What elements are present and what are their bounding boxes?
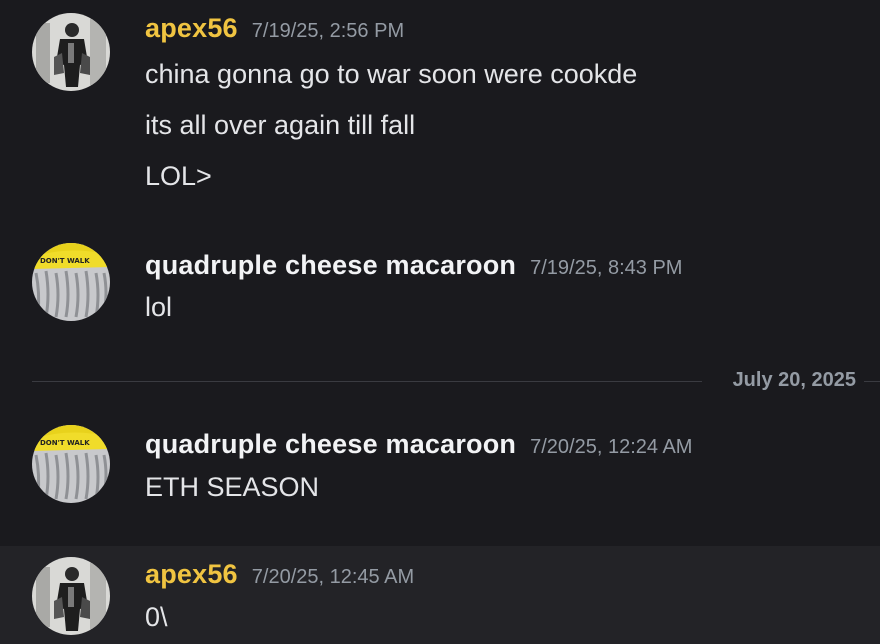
- username[interactable]: quadruple cheese macaroon: [145, 250, 516, 280]
- svg-text:DON'T WALK: DON'T WALK: [40, 439, 90, 447]
- username[interactable]: apex56: [145, 13, 238, 43]
- divider-line: [864, 381, 880, 382]
- svg-text:DON'T WALK: DON'T WALK: [40, 257, 90, 265]
- macaroon-avatar-image: DON'T WALK: [32, 243, 110, 321]
- date-divider-label: July 20, 2025: [732, 369, 856, 391]
- user-avatar[interactable]: DON'T WALK: [32, 425, 110, 503]
- date-divider: July 20, 2025: [32, 369, 880, 391]
- message-header: apex56 7/20/25, 12:45 AM: [145, 559, 414, 590]
- message-text: 0\: [145, 602, 168, 632]
- message-text: its all over again till fall: [145, 110, 416, 140]
- message-text: lol: [145, 292, 173, 322]
- user-avatar[interactable]: [32, 557, 110, 635]
- message-header: quadruple cheese macaroon 7/20/25, 12:24 …: [145, 429, 692, 460]
- message-timestamp: 7/20/25, 12:24 AM: [530, 436, 693, 458]
- message-timestamp: 7/19/25, 2:56 PM: [251, 20, 405, 42]
- message-header: quadruple cheese macaroon 7/19/25, 8:43 P…: [145, 250, 682, 281]
- message-group: DON'T WALK quadruple cheese macaroon 7/20…: [0, 410, 880, 530]
- message-header: apex56 7/19/25, 2:56 PM: [145, 13, 404, 44]
- message-group: apex56 7/20/25, 12:45 AM 0\: [0, 546, 880, 644]
- message-text: LOL>: [145, 161, 212, 191]
- macaroon-avatar-image: DON'T WALK: [32, 425, 110, 503]
- user-avatar[interactable]: DON'T WALK: [32, 243, 110, 321]
- message-group: apex56 7/19/25, 2:56 PM china gonna go to…: [0, 0, 880, 220]
- message-group: DON'T WALK quadruple cheese macaroon 7/19…: [0, 230, 880, 340]
- message-text: ETH SEASON: [145, 472, 320, 502]
- message-text: china gonna go to war soon were cookde: [145, 59, 638, 89]
- username[interactable]: apex56: [145, 559, 238, 589]
- message-timestamp: 7/20/25, 12:45 AM: [251, 566, 415, 588]
- username[interactable]: quadruple cheese macaroon: [145, 429, 516, 459]
- apex56-avatar-image: [32, 557, 110, 635]
- divider-line: [32, 381, 702, 382]
- chat-message-list: apex56 7/19/25, 2:56 PM china gonna go to…: [0, 0, 880, 644]
- apex56-avatar-image: [32, 13, 110, 91]
- message-timestamp: 7/19/25, 8:43 PM: [530, 257, 683, 279]
- user-avatar[interactable]: [32, 13, 110, 91]
